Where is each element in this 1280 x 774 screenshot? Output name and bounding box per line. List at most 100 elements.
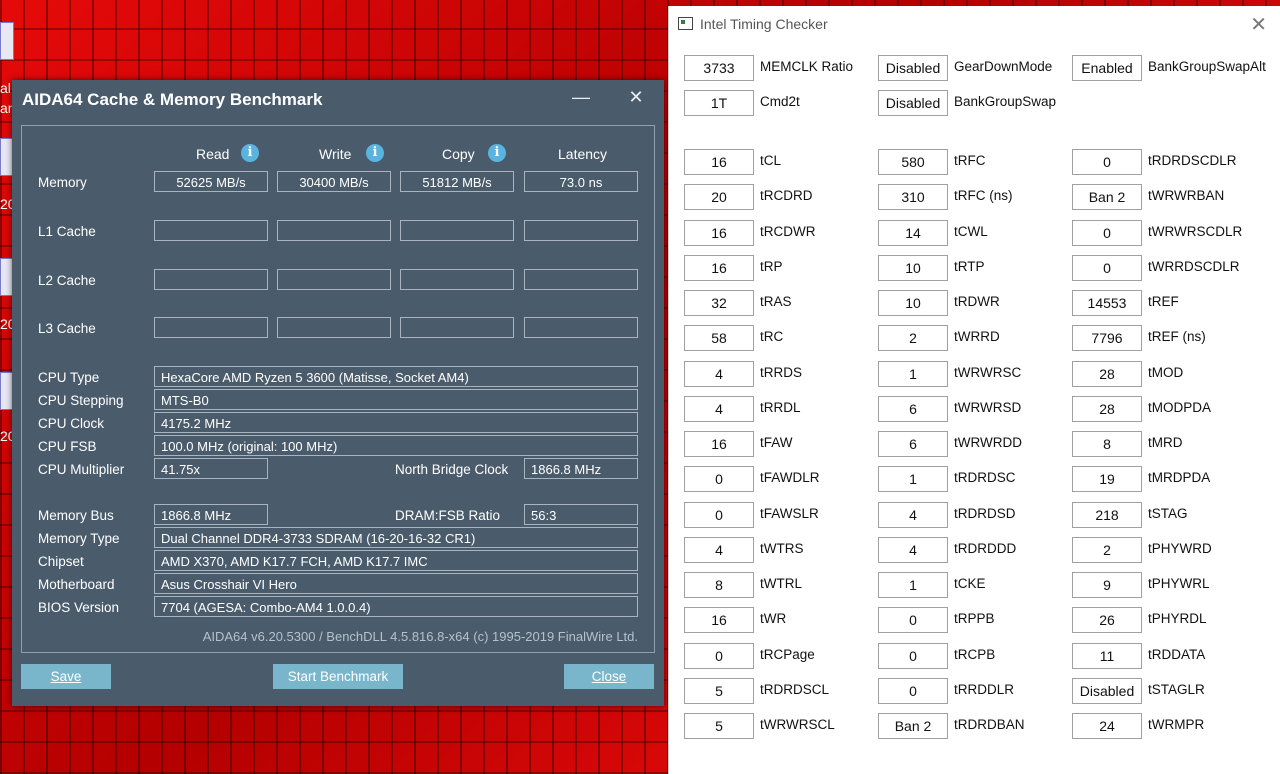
timing-value-field[interactable]: 1T <box>684 90 754 116</box>
timing-name-label: tWRWRSCDLR <box>1148 223 1243 239</box>
timing-value-field[interactable]: 10 <box>878 290 948 316</box>
timing-value-field[interactable]: 58 <box>684 325 754 352</box>
timing-name-label: tRCPB <box>954 646 996 662</box>
timing-value-field[interactable]: 1 <box>878 360 948 387</box>
close-button[interactable]: Close <box>564 664 654 689</box>
timing-value-field[interactable]: 8 <box>1072 431 1142 457</box>
timing-value-field[interactable]: 218 <box>1072 501 1142 528</box>
timing-value-field[interactable]: 0 <box>878 642 948 669</box>
timing-value-field[interactable]: 9 <box>1072 572 1142 598</box>
timing-value-field[interactable]: 7796 <box>1072 325 1142 352</box>
timing-value-field[interactable]: 4 <box>878 501 948 528</box>
timing-value-field[interactable]: 11 <box>1072 642 1142 669</box>
close-icon[interactable]: ✕ <box>622 86 650 108</box>
timing-value-field[interactable]: Enabled <box>1072 55 1142 81</box>
timing-value-field[interactable]: 0 <box>1072 149 1142 175</box>
timing-value-field[interactable]: Disabled <box>1072 677 1142 704</box>
timing-value-field[interactable]: 3733 <box>684 55 754 81</box>
timing-value-field[interactable]: 0 <box>684 466 754 493</box>
timing-name-label: tRTP <box>954 258 985 274</box>
timing-value-field[interactable]: Disabled <box>878 90 948 116</box>
timing-value-field[interactable]: 5 <box>684 677 754 704</box>
cpu-type-label: CPU Type <box>38 370 100 385</box>
timing-value-field[interactable]: 0 <box>684 642 754 669</box>
timing-value-field[interactable]: 28 <box>1072 395 1142 422</box>
l1-copy-value <box>400 220 514 241</box>
header-latency: Latency <box>558 146 608 162</box>
timing-value-field[interactable]: 1 <box>878 466 948 493</box>
nb-clock-value: 1866.8 MHz <box>524 458 638 479</box>
aida64-benchmark-window: AIDA64 Cache & Memory Benchmark — ✕ Read… <box>12 80 664 706</box>
dram-fsb-value: 56:3 <box>524 504 638 525</box>
timing-value-field[interactable]: 4 <box>684 395 754 422</box>
timing-value-field[interactable]: Ban 2 <box>878 713 948 739</box>
timing-name-label: tRDRDSC <box>954 470 1016 486</box>
start-benchmark-button[interactable]: Start Benchmark <box>273 664 403 689</box>
desktop-file-icon[interactable] <box>0 22 14 60</box>
timing-value-field[interactable]: 16 <box>684 607 754 634</box>
timing-value-field[interactable]: 16 <box>684 254 754 281</box>
minimize-button[interactable]: — <box>567 86 595 108</box>
timing-value-field[interactable]: 8 <box>684 572 754 598</box>
l2-latency-value <box>524 269 638 290</box>
memory-copy-value: 51812 MB/s <box>400 171 514 192</box>
timing-value-field[interactable]: 4 <box>684 360 754 387</box>
nb-clock-label: North Bridge Clock <box>395 462 509 477</box>
timing-name-label: tPHYWRD <box>1148 540 1212 556</box>
timing-value-field[interactable]: Disabled <box>878 55 948 81</box>
timing-value-field[interactable]: 6 <box>878 431 948 457</box>
timing-value-field[interactable]: 14 <box>878 219 948 246</box>
timing-value-field[interactable]: 0 <box>1072 219 1142 246</box>
window-title: Intel Timing Checker <box>700 16 828 32</box>
timing-value-field[interactable]: 1 <box>878 572 948 598</box>
timing-value-field[interactable]: 16 <box>684 149 754 175</box>
timing-value-field[interactable]: 16 <box>684 431 754 457</box>
timing-value-field[interactable]: 0 <box>878 677 948 704</box>
timing-name-label: tMODPDA <box>1148 399 1212 415</box>
l1-latency-value <box>524 220 638 241</box>
timing-value-field[interactable]: 14553 <box>1072 290 1142 316</box>
header-copy: Copy <box>442 146 475 162</box>
timing-value-field[interactable]: 6 <box>878 395 948 422</box>
copy-info-icon[interactable]: i <box>488 144 506 162</box>
timing-name-label: tPHYRDL <box>1148 611 1207 627</box>
timing-value-field[interactable]: 32 <box>684 290 754 316</box>
row-label-memory: Memory <box>38 175 87 190</box>
write-info-icon[interactable]: i <box>366 144 384 162</box>
cpu-type-value: HexaCore AMD Ryzen 5 3600 (Matisse, Sock… <box>154 366 638 387</box>
timing-value-field[interactable]: 2 <box>878 325 948 352</box>
timing-value-field[interactable]: 4 <box>684 536 754 563</box>
timing-name-label: tWRWRSD <box>954 399 1022 415</box>
timing-value-field[interactable]: 2 <box>1072 536 1142 563</box>
timing-name-label: GearDownMode <box>954 59 1053 74</box>
timing-name-label: MEMCLK Ratio <box>760 59 854 74</box>
timing-value-field[interactable]: 16 <box>684 219 754 246</box>
l1-write-value <box>277 220 391 241</box>
cpu-multiplier-label: CPU Multiplier <box>38 462 125 477</box>
read-info-icon[interactable]: i <box>241 144 259 162</box>
timing-value-field[interactable]: 4 <box>878 536 948 563</box>
timing-value-field[interactable]: 0 <box>684 501 754 528</box>
header-read: Read <box>196 146 230 162</box>
timing-value-field[interactable]: 5 <box>684 713 754 739</box>
save-button-label: Save <box>50 669 82 684</box>
l2-write-value <box>277 269 391 290</box>
timing-value-field[interactable]: 0 <box>1072 254 1142 281</box>
timing-value-field[interactable]: 24 <box>1072 713 1142 739</box>
timing-value-field[interactable]: 19 <box>1072 466 1142 493</box>
timing-name-label: tRDRDSCDLR <box>1148 153 1237 168</box>
timing-value-field[interactable]: Ban 2 <box>1072 184 1142 211</box>
timing-value-field[interactable]: 26 <box>1072 607 1142 634</box>
timing-value-field[interactable]: 310 <box>878 184 948 211</box>
cpu-clock-value: 4175.2 MHz <box>154 412 638 433</box>
memory-latency-value: 73.0 ns <box>524 171 638 192</box>
close-icon[interactable]: ✕ <box>1250 12 1267 37</box>
intel-timing-checker-window: Intel Timing Checker ✕ 3733 MEMCLK Ratio D… <box>668 6 1280 774</box>
memory-type-label: Memory Type <box>38 531 120 546</box>
timing-value-field[interactable]: 0 <box>878 607 948 634</box>
timing-value-field[interactable]: 10 <box>878 254 948 281</box>
save-button[interactable]: Save <box>21 664 111 689</box>
timing-value-field[interactable]: 28 <box>1072 360 1142 387</box>
timing-value-field[interactable]: 20 <box>684 184 754 211</box>
timing-value-field[interactable]: 580 <box>878 149 948 175</box>
